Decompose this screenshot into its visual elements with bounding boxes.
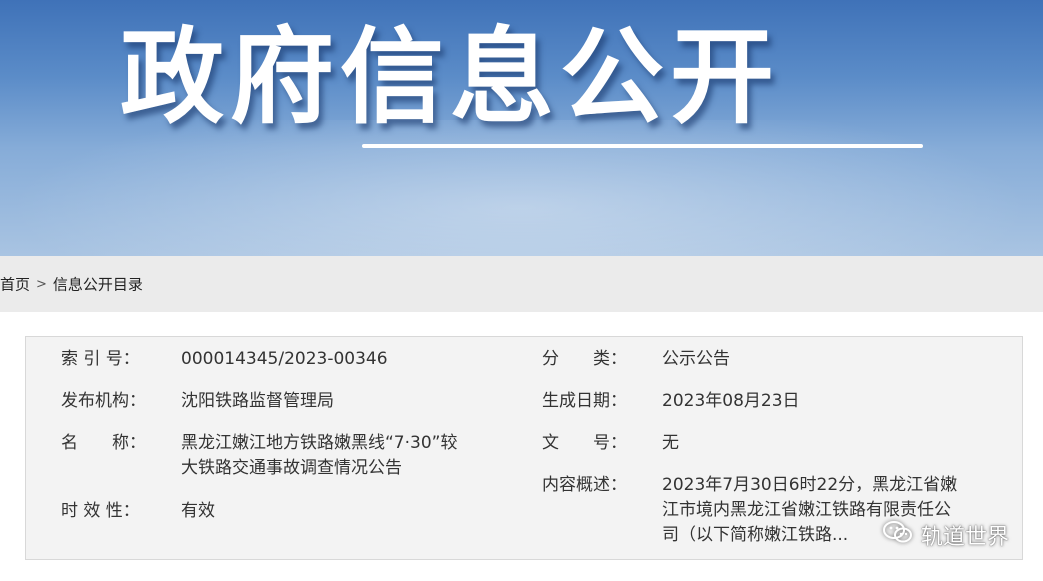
breadcrumb-current-link[interactable]: 信息公开目录 <box>53 276 143 294</box>
name-label: 名 称： <box>61 433 146 453</box>
summary-label: 内容概述： <box>542 475 627 495</box>
banner-title: 政府信息公开 <box>120 16 781 138</box>
index-label: 索 引 号： <box>61 349 140 369</box>
name-value-line2: 大铁路交通事故调查情况公告 <box>181 458 402 478</box>
doc-number-value: 无 <box>662 433 679 453</box>
doc-number-label: 文 号： <box>542 433 627 453</box>
breadcrumb-home-link[interactable]: 首页 <box>0 276 30 294</box>
breadcrumb-separator: > <box>36 276 47 292</box>
summary-line3: 司（以下简称嫩江铁路... <box>662 525 849 545</box>
date-value: 2023年08月23日 <box>662 391 800 411</box>
category-value: 公示公告 <box>662 349 730 369</box>
document-info-box: 索 引 号： 000014345/2023-00346 分 类： 公示公告 发布… <box>25 336 1023 560</box>
date-label: 生成日期： <box>542 391 627 411</box>
publisher-label: 发布机构： <box>61 391 146 411</box>
validity-label: 时 效 性： <box>61 501 140 521</box>
validity-value: 有效 <box>181 501 215 521</box>
summary-line1: 2023年7月30日6时22分，黑龙江省嫩 <box>662 475 958 495</box>
breadcrumb: 首页 > 信息公开目录 <box>0 256 1043 312</box>
watermark: 轨道世界 <box>882 519 1009 551</box>
publisher-value: 沈阳铁路监督管理局 <box>181 391 334 411</box>
index-value: 000014345/2023-00346 <box>181 349 388 369</box>
wechat-icon <box>882 520 913 550</box>
name-value-line1: 黑龙江嫩江地方铁路嫩黑线“7·30”较 <box>181 433 458 453</box>
content-area: 索 引 号： 000014345/2023-00346 分 类： 公示公告 发布… <box>0 312 1043 581</box>
watermark-text: 轨道世界 <box>920 525 1009 550</box>
banner-underline <box>362 144 923 148</box>
page-banner: 政府信息公开 <box>0 0 1043 256</box>
category-label: 分 类： <box>542 349 627 369</box>
